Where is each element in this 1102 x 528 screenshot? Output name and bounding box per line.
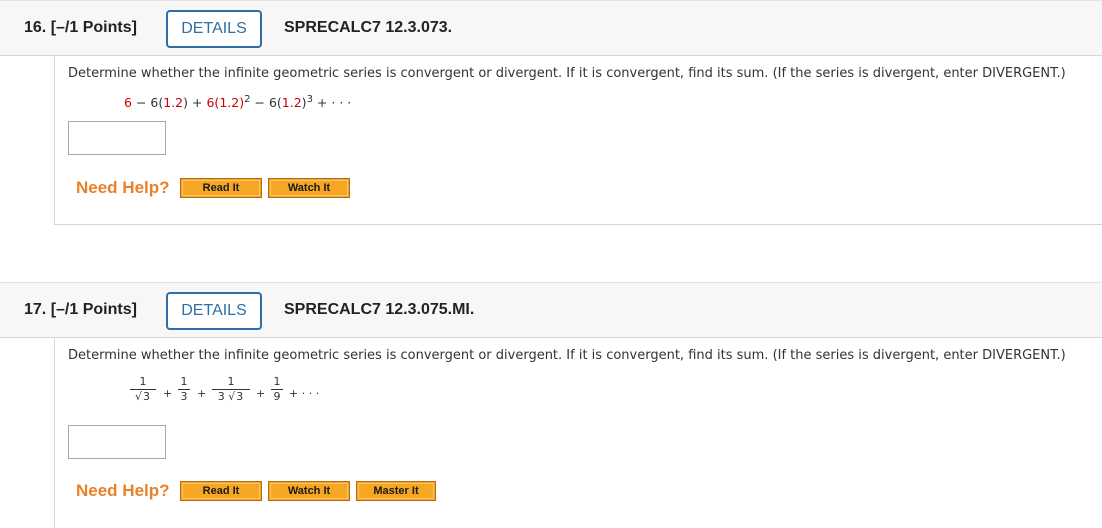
fraction-numerator: 1 [180,375,188,388]
question-16-body [54,56,1102,225]
series-paren: ) [183,95,189,111]
series-term: 6 [124,95,132,111]
series-operator: + [197,387,207,400]
question-points: [–/1 Points] [50,301,137,318]
series-ratio: 1.2 [163,95,184,111]
series-ratio: 1.2 [219,95,240,111]
series-operator: + [192,95,203,111]
fraction-term: 1 9 [271,376,283,403]
fraction-denominator: √3 [130,389,156,403]
fraction-denominator: 3 √3 [212,389,250,403]
fraction-numerator: 1 [139,375,147,388]
series-term: 6( [268,95,282,111]
series-ratio: 1.2 [281,95,302,111]
question-16-prompt: Determine whether the infinite geometric… [68,66,1066,81]
details-button[interactable]: DETAILS [166,292,262,330]
series-ellipsis: + · · · [289,387,320,400]
series-operator: − [135,95,147,111]
need-help-label: Need Help? [76,481,170,500]
watch-it-button[interactable]: Watch It [268,481,350,501]
question-number: 17. [24,301,47,318]
answer-input[interactable] [68,425,166,459]
series-operator: + [163,387,173,400]
fraction-numerator: 1 [273,375,281,388]
series-operator: + [316,95,328,111]
sqrt-symbol: √ [134,390,142,403]
coefficient: 3 [217,390,225,403]
series-operator: − [254,95,265,111]
series-exponent: 2 [244,94,251,105]
details-button[interactable]: DETAILS [166,10,262,48]
series-term: 6( [150,95,164,111]
need-help-label: Need Help? [76,178,170,197]
fraction-numerator: 1 [227,375,235,388]
series-term: 6( [206,95,220,111]
question-17-header: 17. [–/1 Points] DETAILS SPRECALC7 12.3.… [0,282,1102,338]
fraction-denominator: 3 [180,390,188,403]
question-16-title: 16. [–/1 Points] [24,19,137,37]
question-number: 16. [24,19,47,36]
series-expression: 6 − 6(1.2) + 6(1.2)2 − 6(1.2)3 + · · · [124,94,351,110]
series-ellipsis: · · · [331,95,352,111]
radicand: 3 [142,389,151,403]
question-code: SPRECALC7 12.3.073. [284,19,453,36]
answer-input[interactable] [68,121,166,155]
question-points: [–/1 Points] [50,19,137,36]
fraction-term: 1 3 √3 [212,376,250,403]
question-code: SPRECALC7 12.3.075.MI. [284,301,475,318]
series-operator: + [256,387,266,400]
question-16-header: 16. [–/1 Points] DETAILS SPRECALC7 12.3.… [0,0,1102,56]
read-it-button[interactable]: Read It [180,481,262,501]
question-17-title: 17. [–/1 Points] [24,301,137,319]
fraction-term: 1 √3 [130,376,156,403]
master-it-button[interactable]: Master It [356,481,436,501]
question-17-prompt: Determine whether the infinite geometric… [68,348,1066,363]
watch-it-button[interactable]: Watch It [268,178,350,198]
read-it-button[interactable]: Read It [180,178,262,198]
radicand: 3 [235,389,245,403]
fraction-term: 1 3 [178,376,190,403]
series-exponent: 3 [306,94,313,105]
fraction-denominator: 9 [273,390,281,403]
